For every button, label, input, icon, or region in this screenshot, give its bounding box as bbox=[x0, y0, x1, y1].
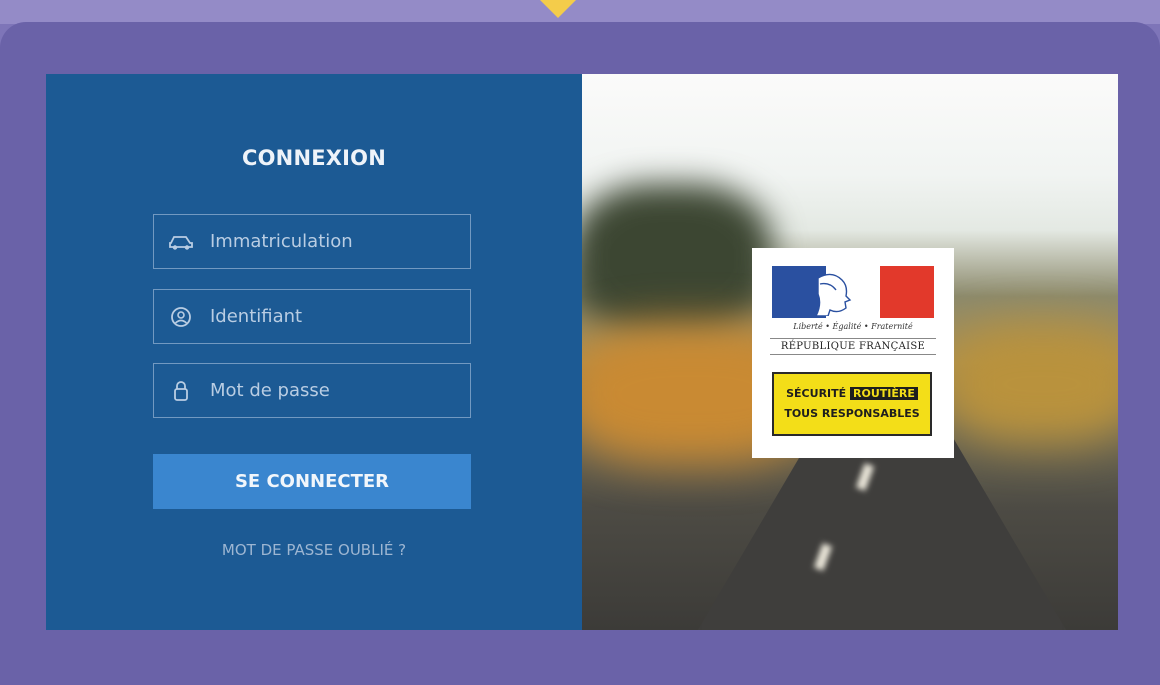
campaign-tagline: TOUS RESPONSABLES bbox=[784, 407, 920, 420]
republic-motto: Liberté • Égalité • Fraternité bbox=[793, 322, 913, 331]
top-band bbox=[0, 0, 1160, 24]
car-icon bbox=[168, 229, 194, 255]
lock-icon bbox=[168, 378, 194, 404]
marianne-profile-icon bbox=[815, 273, 852, 316]
password-input[interactable] bbox=[210, 380, 450, 401]
securite-routiere-badge: SÉCURITÉ ROUTIÈRE TOUS RESPONSABLES bbox=[772, 372, 932, 436]
immatriculation-field[interactable] bbox=[153, 214, 471, 269]
login-title: CONNEXION bbox=[242, 146, 386, 170]
password-field[interactable] bbox=[153, 363, 471, 418]
top-notch-arrow bbox=[540, 0, 576, 18]
login-panel: CONNEXION SE CONN bbox=[46, 74, 582, 630]
blurred-field-right bbox=[942, 324, 1118, 444]
immatriculation-input[interactable] bbox=[210, 231, 450, 252]
road-image-panel: Liberté • Égalité • Fraternité RÉPUBLIQU… bbox=[582, 74, 1118, 630]
blurred-trees bbox=[582, 184, 772, 334]
republic-name: RÉPUBLIQUE FRANÇAISE bbox=[770, 338, 936, 355]
securite-routiere-logo: Liberté • Égalité • Fraternité RÉPUBLIQU… bbox=[752, 248, 954, 458]
forgot-password-link[interactable]: MOT DE PASSE OUBLIÉ ? bbox=[46, 541, 582, 559]
connect-button[interactable]: SE CONNECTER bbox=[153, 454, 471, 509]
identifiant-input[interactable] bbox=[210, 306, 450, 327]
identifiant-field[interactable] bbox=[153, 289, 471, 344]
campaign-word-securite: SÉCURITÉ bbox=[786, 387, 847, 400]
campaign-word-routiere: ROUTIÈRE bbox=[850, 387, 918, 400]
user-icon bbox=[168, 304, 194, 330]
